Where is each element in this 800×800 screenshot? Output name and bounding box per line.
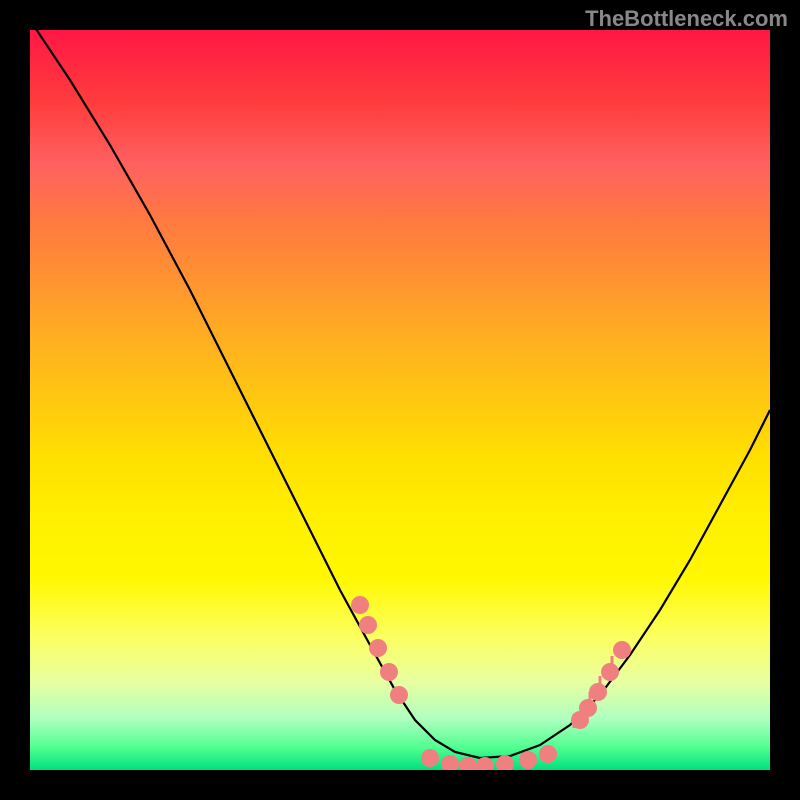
data-marker (390, 686, 408, 704)
data-marker (351, 596, 369, 614)
data-marker (369, 639, 387, 657)
chart-svg (30, 30, 770, 770)
data-marker (476, 757, 494, 770)
data-marker (539, 745, 557, 763)
data-marker (459, 757, 477, 770)
data-marker (589, 683, 607, 701)
watermark-text: TheBottleneck.com (585, 6, 788, 32)
plot-area (30, 30, 770, 770)
data-marker (441, 755, 459, 770)
outer-frame: TheBottleneck.com (0, 0, 800, 800)
bottleneck-curve (30, 30, 770, 758)
data-marker (421, 749, 439, 767)
data-marker (519, 751, 537, 769)
data-marker (380, 663, 398, 681)
data-marker (601, 663, 619, 681)
data-marker (613, 641, 631, 659)
data-marker (359, 616, 377, 634)
left-markers-group (351, 596, 408, 704)
